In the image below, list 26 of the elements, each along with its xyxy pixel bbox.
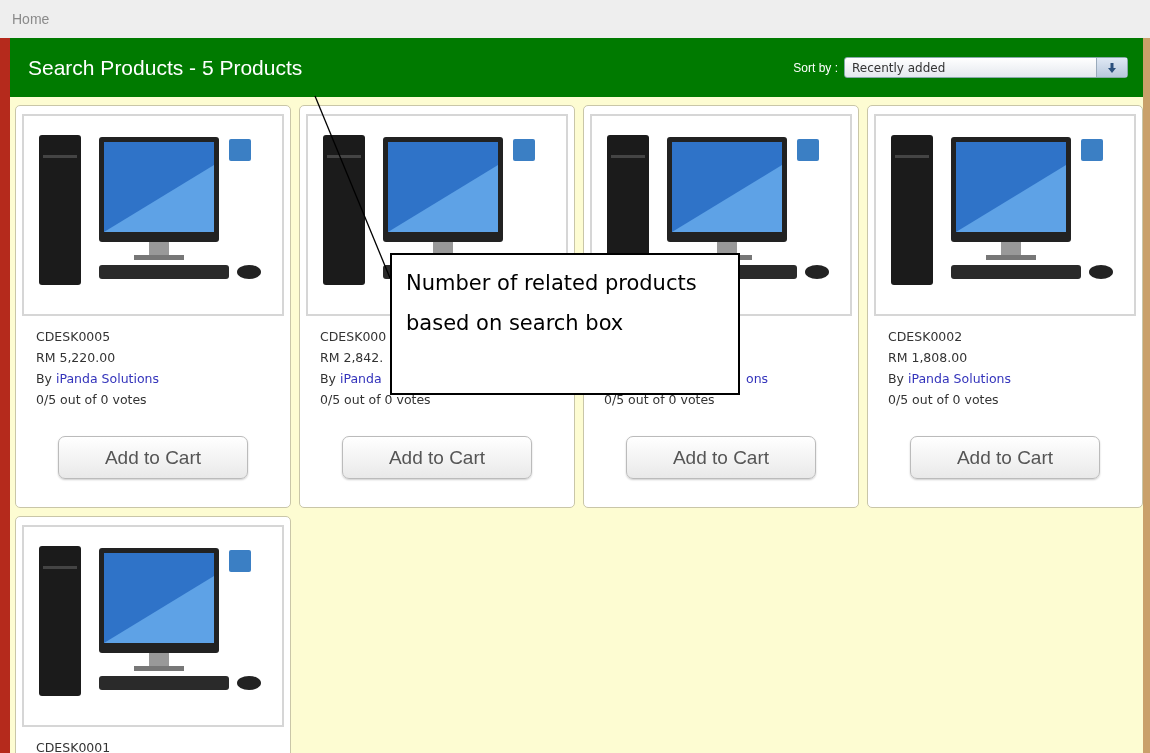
vendor-link[interactable]: iPanda Solutions — [908, 371, 1012, 386]
vendor-link[interactable]: iPanda Solutions — [56, 371, 160, 386]
add-to-cart-button[interactable]: Add to Cart — [626, 436, 816, 479]
annotation-callout: Number of related products based on search box — [390, 253, 740, 395]
down-arrow-icon — [1107, 62, 1117, 73]
rating-text: 0/5 out of 0 votes — [36, 392, 147, 407]
add-to-cart-button[interactable]: Add to Cart — [58, 436, 248, 479]
rating-text: 0/5 out of 0 votes — [320, 392, 431, 407]
product-price: RM 1,808.00 — [888, 350, 968, 365]
product-code: CDESK0002 — [888, 329, 963, 344]
sort-label: Sort by : — [793, 60, 838, 75]
product-price: RM 2,842. — [320, 350, 384, 365]
vendor-link[interactable]: ons — [746, 371, 769, 386]
vendor-link[interactable]: iPanda — [340, 371, 382, 386]
page-title: Search Products - 5 Products — [28, 55, 303, 80]
add-to-cart-button[interactable]: Add to Cart — [910, 436, 1100, 479]
sort-dropdown[interactable]: Recently added — [844, 57, 1128, 78]
rating-text: 0/5 out of 0 votes — [888, 392, 999, 407]
by-label: By — [320, 371, 336, 386]
add-to-cart-button[interactable]: Add to Cart — [342, 436, 532, 479]
product-price: RM 5,220.00 — [36, 350, 116, 365]
product-code: CDESK0005 — [36, 329, 111, 344]
by-label: By — [36, 371, 52, 386]
by-label: By — [888, 371, 904, 386]
product-code: CDESK0001 — [36, 740, 111, 753]
product-code: CDESK000 — [320, 329, 387, 344]
